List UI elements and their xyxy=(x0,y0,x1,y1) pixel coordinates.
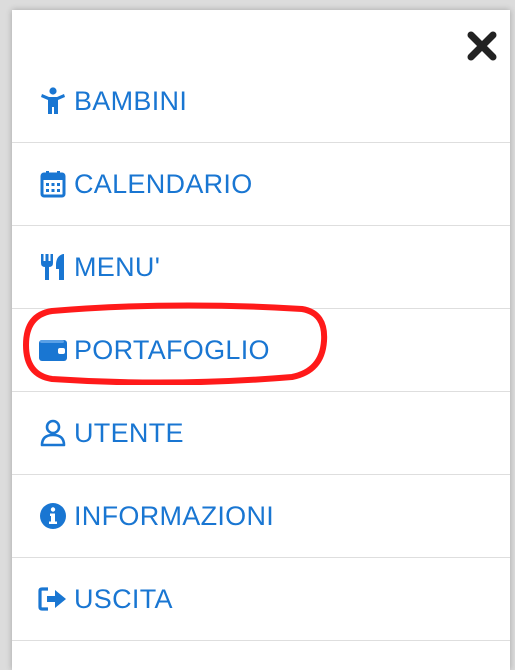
menu-item-label: CALENDARIO xyxy=(74,168,253,199)
menu-item-label: PORTAFOGLIO xyxy=(74,334,270,365)
menu-item-label: INFORMAZIONI xyxy=(74,500,275,531)
menu-list: BAMBINI CALENDARIO MENU' PORTAFOGLIO UTE… xyxy=(12,60,510,641)
menu-item-label: BAMBINI xyxy=(74,85,188,116)
side-menu-panel: BAMBINI CALENDARIO MENU' PORTAFOGLIO UTE… xyxy=(12,10,510,670)
menu-item-bambini[interactable]: BAMBINI xyxy=(12,60,510,143)
menu-item-informazioni[interactable]: INFORMAZIONI xyxy=(12,475,510,558)
utensils-icon xyxy=(38,252,68,282)
child-icon xyxy=(38,86,68,116)
menu-item-menu[interactable]: MENU' xyxy=(12,226,510,309)
wallet-icon xyxy=(38,335,68,365)
menu-item-uscita[interactable]: USCITA xyxy=(12,558,510,641)
menu-item-calendario[interactable]: CALENDARIO xyxy=(12,143,510,226)
menu-item-label: USCITA xyxy=(74,583,173,614)
menu-item-utente[interactable]: UTENTE xyxy=(12,392,510,475)
logout-icon xyxy=(38,584,68,614)
close-icon xyxy=(467,31,497,61)
close-button[interactable] xyxy=(464,28,500,64)
user-icon xyxy=(38,418,68,448)
menu-item-label: UTENTE xyxy=(74,417,184,448)
info-icon xyxy=(38,501,68,531)
calendar-icon xyxy=(38,169,68,199)
menu-item-label: MENU' xyxy=(74,251,161,282)
menu-item-portafoglio[interactable]: PORTAFOGLIO xyxy=(12,302,510,392)
